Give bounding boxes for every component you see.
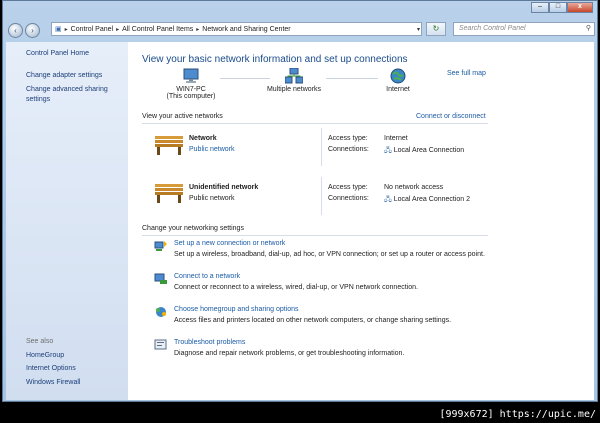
map-computer-label: WIN7-PC — [176, 86, 206, 93]
networking-settings-title: Change your networking settings — [142, 225, 244, 232]
network-1-connection-label: Local Area Connection — [393, 147, 465, 154]
divider — [321, 128, 322, 166]
network-2-connections-label: Connections: — [328, 195, 369, 202]
maximize-button[interactable]: □ — [549, 2, 567, 13]
address-bar[interactable]: ▣ ▸ Control Panel ▸ All Control Panel It… — [51, 22, 422, 36]
divider — [321, 177, 322, 215]
task-troubleshoot-desc: Diagnose and repair network problems, or… — [174, 350, 405, 357]
task-setup-connection-link[interactable]: Set up a new connection or network — [174, 240, 285, 247]
network-2-access-label: Access type: — [328, 184, 368, 191]
sidebar-item-internet-options[interactable]: Internet Options — [26, 365, 76, 372]
navigation-toolbar: ‹ › ▣ ▸ Control Panel ▸ All Control Pane… — [6, 21, 595, 39]
connect-disconnect-link[interactable]: Connect or disconnect — [416, 113, 486, 120]
troubleshoot-icon — [154, 339, 167, 350]
window: – □ x ‹ › ▣ ▸ Control Panel ▸ All Contro… — [2, 0, 598, 402]
divider — [142, 123, 488, 124]
network-icon — [284, 67, 304, 84]
task-homegroup-desc: Access files and printers located on oth… — [174, 317, 452, 324]
network-1-connections-label: Connections: — [328, 146, 369, 153]
map-node-internet[interactable]: Internet — [378, 68, 418, 93]
network-2-connection-label: Local Area Connection 2 — [393, 196, 471, 203]
network-1-connection-link[interactable]: 🖧 Local Area Connection — [384, 146, 464, 157]
task-connect-network-link[interactable]: Connect to a network — [174, 273, 240, 280]
address-dropdown-icon[interactable]: ▾ — [417, 26, 420, 33]
bench-icon — [154, 134, 184, 156]
search-placeholder: Search Control Panel — [459, 25, 526, 32]
breadcrumb-network-sharing[interactable]: Network and Sharing Center — [199, 26, 293, 33]
active-networks-title: View your active networks — [142, 113, 223, 120]
main-content: View your basic network information and … — [128, 42, 594, 400]
see-also-label: See also — [26, 338, 54, 345]
network-2-name: Unidentified network — [189, 184, 259, 191]
task-homegroup-link[interactable]: Choose homegroup and sharing options — [174, 306, 299, 313]
caption-buttons: – □ x — [531, 2, 593, 13]
homegroup-icon — [156, 307, 166, 317]
close-button[interactable]: x — [567, 2, 593, 13]
breadcrumb-control-panel[interactable]: Control Panel — [68, 26, 116, 33]
sidebar-item-homegroup[interactable]: HomeGroup — [26, 352, 64, 359]
sidebar-item-advanced-sharing[interactable]: Change advanced sharing settings — [26, 85, 122, 105]
task-setup-connection-desc: Set up a wireless, broadband, dial-up, a… — [174, 251, 485, 258]
page-title: View your basic network information and … — [142, 54, 408, 65]
ethernet-icon: 🖧 — [384, 196, 394, 203]
map-node-multiple-networks[interactable]: Multiple networks — [264, 67, 324, 93]
sidebar-item-windows-firewall[interactable]: Windows Firewall — [26, 379, 80, 386]
connect-network-icon — [154, 273, 167, 284]
network-1-category-link[interactable]: Public network — [189, 146, 235, 153]
divider — [142, 235, 488, 236]
watermark-text: [999x672] https://upic.me/ — [439, 409, 596, 420]
map-computer-sub: (This computer) — [166, 93, 216, 100]
map-internet-label: Internet — [386, 86, 410, 93]
map-networks-label: Multiple networks — [266, 86, 322, 93]
search-icon: ⚲ — [585, 25, 591, 32]
search-input[interactable]: Search Control Panel ⚲ — [453, 22, 595, 36]
network-1-access-label: Access type: — [328, 135, 368, 142]
forward-button[interactable]: › — [25, 22, 40, 38]
network-2-connection-link[interactable]: 🖧 Local Area Connection 2 — [384, 195, 470, 206]
globe-icon — [390, 68, 406, 84]
sidebar: Control Panel Home Change adapter settin… — [6, 42, 128, 400]
new-connection-icon — [154, 241, 167, 251]
bench-icon — [154, 182, 184, 204]
network-1-name: Network — [189, 135, 217, 142]
map-connector — [220, 78, 270, 79]
computer-icon — [183, 68, 199, 83]
map-node-computer[interactable]: WIN7-PC (This computer) — [166, 68, 216, 100]
breadcrumb-all-items[interactable]: All Control Panel Items — [119, 26, 196, 33]
back-button[interactable]: ‹ — [8, 22, 23, 38]
task-connect-network-desc: Connect or reconnect to a wireless, wire… — [174, 284, 418, 291]
map-connector — [326, 78, 378, 79]
task-troubleshoot-link[interactable]: Troubleshoot problems — [174, 339, 245, 346]
sidebar-item-control-panel-home[interactable]: Control Panel Home — [26, 50, 89, 57]
refresh-button[interactable]: ↻ — [426, 22, 446, 36]
network-2-category: Public network — [189, 195, 235, 202]
minimize-button[interactable]: – — [531, 2, 549, 13]
sidebar-item-change-adapter-settings[interactable]: Change adapter settings — [26, 72, 102, 79]
network-2-access-value: No network access — [384, 184, 444, 191]
network-1-access-value: Internet — [384, 135, 408, 142]
ethernet-icon: 🖧 — [384, 147, 394, 154]
see-full-map-link[interactable]: See full map — [447, 70, 486, 77]
address-folder-icon: ▣ — [55, 26, 62, 33]
